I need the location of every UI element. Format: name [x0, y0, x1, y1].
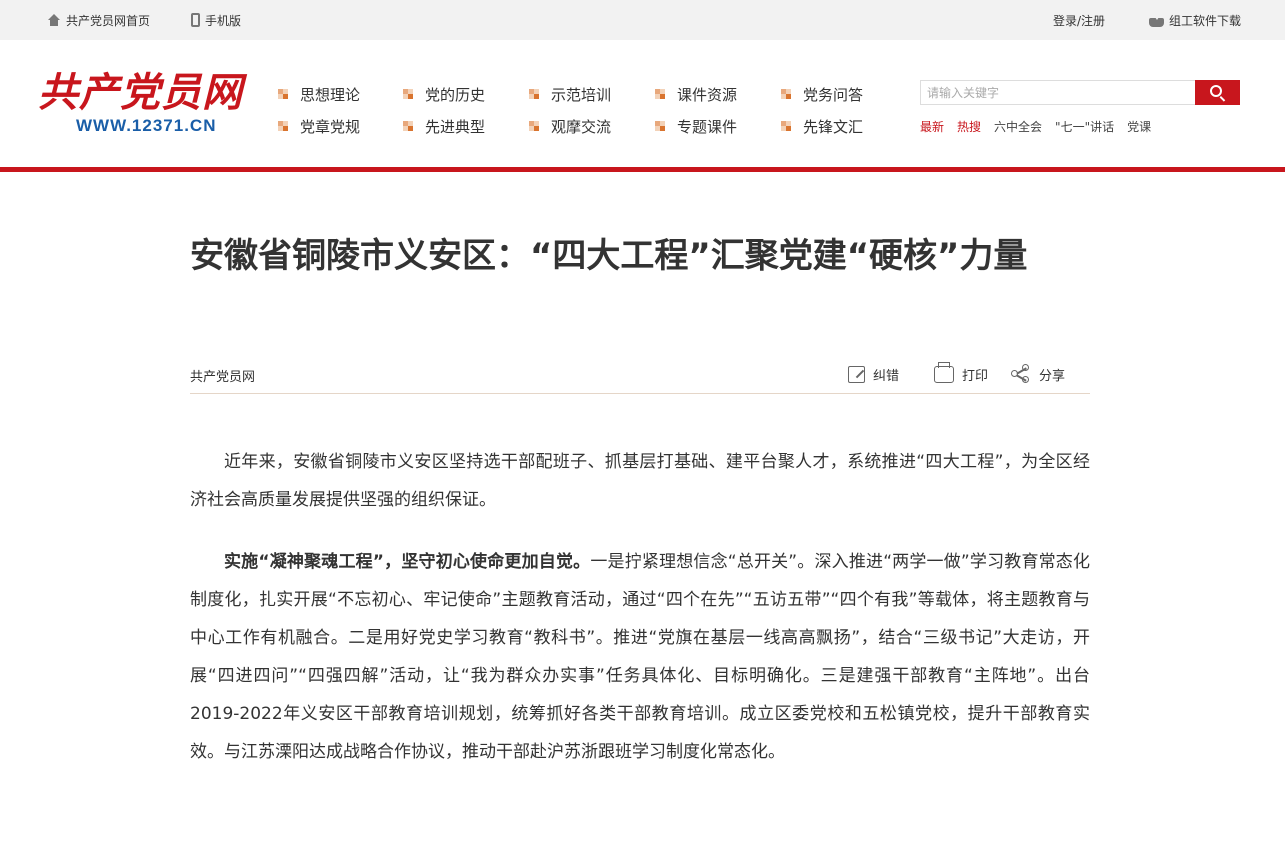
- hot-link-party-class[interactable]: 党课: [1127, 118, 1151, 135]
- header-divider: [0, 167, 1285, 172]
- mobile-link-label: 手机版: [205, 13, 242, 28]
- edit-icon: [848, 365, 865, 383]
- nav-item-sixiang[interactable]: 思想理论: [278, 80, 360, 108]
- bullet-icon: [278, 121, 288, 131]
- search-icon: [1210, 85, 1222, 97]
- article-title: 安徽省铜陵市义安区：“四大工程”汇聚党建“硬核”力量: [190, 236, 1028, 276]
- correct-label: 纠错: [873, 368, 900, 384]
- nav-item-label: 专题课件: [677, 117, 738, 136]
- print-button[interactable]: 打印: [934, 361, 989, 386]
- hot-links: 最新 热搜 六中全会 "七一"讲话 党课: [920, 116, 1164, 136]
- article-paragraph: 实施“凝神聚魂工程”，坚守初心使命更加自觉。一是拧紧理想信念“总开关”。深入推进…: [190, 543, 1090, 771]
- hot-link-july-speech[interactable]: "七一"讲话: [1055, 118, 1114, 135]
- nav-item-label: 党的历史: [425, 85, 486, 104]
- nav-item-peixun[interactable]: 示范培训: [529, 80, 611, 108]
- article-body: 近年来，安徽省铜陵市义安区坚持选干部配班子、抓基层打基础、建平台聚人才，系统推进…: [190, 443, 1090, 771]
- download-link-label: 组工软件下载: [1169, 13, 1242, 28]
- home-link[interactable]: 共产党员网首页: [47, 0, 150, 40]
- mobile-link[interactable]: 手机版: [191, 0, 241, 40]
- article-source: 共产党员网: [190, 370, 256, 385]
- nav-item-label: 思想理论: [300, 85, 361, 104]
- bullet-icon: [781, 89, 791, 99]
- nav-item-label: 观摩交流: [551, 117, 612, 136]
- main-nav: 思想理论 党的历史 示范培训 课件资源 党务问答 党章党规 先进典型 观摩交流 …: [278, 80, 898, 144]
- nav-item-label: 党务问答: [803, 85, 864, 104]
- nav-item-label: 党章党规: [300, 117, 361, 136]
- nav-item-wenda[interactable]: 党务问答: [781, 80, 863, 108]
- nav-item-label: 课件资源: [677, 85, 738, 104]
- share-button[interactable]: 分享: [1011, 362, 1065, 386]
- nav-item-lishi[interactable]: 党的历史: [403, 80, 485, 108]
- bullet-icon: [403, 89, 413, 99]
- nav-item-wenhui[interactable]: 先锋文汇: [781, 112, 863, 140]
- paragraph-heading: 实施“凝神聚魂工程”，坚守初心使命更加自觉。: [224, 552, 591, 572]
- printer-icon: [934, 361, 954, 383]
- search-input[interactable]: [920, 80, 1196, 105]
- share-icon: [1011, 364, 1031, 384]
- bullet-icon: [655, 121, 665, 131]
- download-icon: [1149, 13, 1164, 27]
- hot-link-newest[interactable]: 最新: [920, 118, 944, 135]
- logo-url: WWW.12371.CN: [76, 116, 217, 135]
- nav-item-zhuanti[interactable]: 专题课件: [655, 112, 737, 140]
- hot-link-trending[interactable]: 热搜: [957, 118, 981, 135]
- print-label: 打印: [962, 368, 989, 384]
- bullet-icon: [655, 89, 665, 99]
- logo-chinese: 共产党员网: [38, 69, 243, 116]
- bullet-icon: [529, 121, 539, 131]
- bullet-icon: [403, 121, 413, 131]
- login-link-label: 登录/注册: [1053, 13, 1106, 28]
- bullet-icon: [278, 89, 288, 99]
- search-box: [920, 80, 1240, 105]
- nav-item-dangzhang[interactable]: 党章党规: [278, 112, 360, 140]
- bullet-icon: [781, 121, 791, 131]
- nav-item-dianxing[interactable]: 先进典型: [403, 112, 485, 140]
- hot-link-plenary[interactable]: 六中全会: [994, 118, 1042, 135]
- phone-icon: [191, 13, 200, 27]
- nav-item-label: 先进典型: [425, 117, 486, 136]
- site-logo[interactable]: 共产党员网 WWW.12371.CN: [38, 69, 248, 136]
- download-link[interactable]: 组工软件下载: [1149, 0, 1241, 40]
- paragraph-text: 一是拧紧理想信念“总开关”。深入推进“两学一做”学习教育常态化制度化，扎实开展“…: [190, 552, 1090, 762]
- nav-item-label: 先锋文汇: [803, 117, 864, 136]
- nav-item-kejian[interactable]: 课件资源: [655, 80, 737, 108]
- correct-button[interactable]: 纠错: [848, 362, 899, 386]
- top-bar: 共产党员网首页 手机版 登录/注册 组工软件下载: [0, 0, 1285, 40]
- bullet-icon: [529, 89, 539, 99]
- search-button[interactable]: [1195, 80, 1240, 105]
- share-label: 分享: [1039, 368, 1066, 384]
- home-icon: [47, 14, 61, 26]
- nav-item-label: 示范培训: [551, 85, 612, 104]
- article-meta: 共产党员网 纠错 打印 分享: [190, 356, 1090, 394]
- login-link[interactable]: 登录/注册: [1053, 0, 1105, 40]
- article-paragraph: 近年来，安徽省铜陵市义安区坚持选干部配班子、抓基层打基础、建平台聚人才，系统推进…: [190, 452, 1090, 510]
- home-link-label: 共产党员网首页: [66, 13, 151, 28]
- nav-item-guanmo[interactable]: 观摩交流: [529, 112, 611, 140]
